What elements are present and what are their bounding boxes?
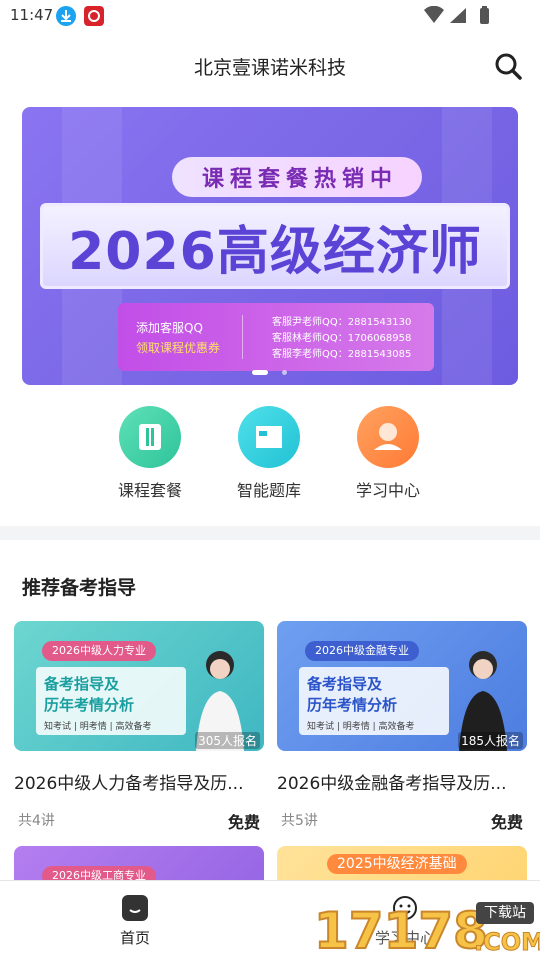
entry-label: 课程套餐 xyxy=(117,481,182,500)
thumb-line3: 知考试 | 明考情 | 高效备考 xyxy=(307,722,415,732)
book-icon xyxy=(119,406,181,468)
carousel-indicator xyxy=(252,370,292,376)
banner-contact-line1: 添加客服QQ xyxy=(136,321,203,335)
banner-pill-char: 程 xyxy=(229,167,252,192)
banner-pill: 课 程 套 餐 热 销 中 xyxy=(172,157,422,197)
thumb-line2: 历年考情分析 xyxy=(44,696,135,714)
course-card[interactable]: 2025中级经济基础 xyxy=(277,846,527,880)
course-thumbnail: 2026中级金融专业 备考指导及 历年考情分析 知考试 | 明考情 | 高效备考… xyxy=(277,621,527,751)
app-notification-icon xyxy=(84,6,104,26)
course-price: 免费 xyxy=(491,813,524,832)
banner-qq-line: 客服尹老师QQ：2881543130 xyxy=(272,317,412,328)
watermark-badge: 下载站 xyxy=(476,902,534,924)
course-thumbnail: 2026中级人力专业 备考指导及 历年考情分析 知考试 | 明考情 | 高效备考… xyxy=(14,621,264,751)
nav-label: 首页 xyxy=(119,929,150,947)
entry-course-package[interactable]: 课程套餐 xyxy=(95,406,205,502)
thumb-line1: 备考指导及 xyxy=(307,675,383,693)
promo-banner[interactable]: 课 程 套 餐 热 销 中 2026高级经济师 添加客服QQ 领取课程优惠券 客… xyxy=(22,107,518,385)
section-divider xyxy=(0,526,540,540)
banner-headline-box: 2026高级经济师 xyxy=(40,203,510,289)
thumb-tag: 2025中级经济基础 xyxy=(327,854,467,874)
thumb-line1: 备考指导及 xyxy=(44,675,120,693)
course-title: 2026中级金融备考指导及历... xyxy=(277,774,507,794)
banner-qq-line: 客服林老师QQ：1706068958 xyxy=(272,333,412,344)
banner-qq-line: 客服李老师QQ：2881543085 xyxy=(272,349,412,360)
lesson-count: 共4讲 xyxy=(18,813,55,829)
learner-icon xyxy=(357,406,419,468)
signup-count: 305人报名 xyxy=(195,732,260,749)
watermark-text: 17178 xyxy=(313,901,489,960)
home-icon xyxy=(122,895,148,921)
page-title: 北京壹课诺米科技 xyxy=(193,57,346,79)
carousel-dot[interactable] xyxy=(282,370,287,375)
entry-question-bank[interactable]: 智能题库 xyxy=(214,406,324,502)
banner-contact-card: 添加客服QQ 领取课程优惠券 客服尹老师QQ：2881543130 客服林老师Q… xyxy=(118,303,434,371)
status-bar: 11:47 xyxy=(0,0,540,32)
nav-home[interactable]: 首页 xyxy=(95,895,175,948)
search-icon[interactable] xyxy=(494,52,522,80)
course-card[interactable]: 2026中级人力专业 备考指导及 历年考情分析 知考试 | 明考情 | 高效备考… xyxy=(14,621,264,836)
entry-label: 学习中心 xyxy=(355,481,420,500)
banner-pill-char: 课 xyxy=(201,167,224,192)
banner-pill-char: 中 xyxy=(370,167,393,192)
banner-pill-char: 套 xyxy=(257,167,280,192)
course-thumbnail: 2025中级经济基础 xyxy=(277,846,527,880)
course-card[interactable]: 2026中级金融专业 备考指导及 历年考情分析 知考试 | 明考情 | 高效备考… xyxy=(277,621,527,836)
course-price: 免费 xyxy=(228,813,261,832)
thumb-panel: 备考指导及 历年考情分析 知考试 | 明考情 | 高效备考 xyxy=(36,667,186,735)
thumb-line2: 历年考情分析 xyxy=(307,696,398,714)
download-notification-icon xyxy=(56,6,76,26)
banner-pill-char: 餐 xyxy=(285,167,308,192)
banner-headline: 2026高级经济师 xyxy=(68,221,482,282)
status-time: 11:47 xyxy=(10,6,54,24)
lesson-count: 共5讲 xyxy=(281,813,318,829)
banner-divider xyxy=(242,315,243,359)
entry-learning-center[interactable]: 学习中心 xyxy=(333,406,443,502)
thumb-tag: 2026中级人力专业 xyxy=(42,641,156,661)
course-title: 2026中级人力备考指导及历... xyxy=(14,774,244,794)
section-title: 推荐备考指导 xyxy=(22,577,137,599)
signup-count: 185人报名 xyxy=(458,732,523,749)
question-bank-icon xyxy=(238,406,300,468)
entry-label: 智能题库 xyxy=(236,481,301,500)
thumb-tag: 2026中级金融专业 xyxy=(305,641,419,661)
thumb-tag: 2026中级工商专业 xyxy=(42,866,156,880)
signal-battery-icon xyxy=(424,6,489,24)
banner-pill-char: 销 xyxy=(342,167,365,192)
course-thumbnail: 2026中级工商专业 xyxy=(14,846,264,880)
carousel-dot-active xyxy=(252,370,268,375)
thumb-line3: 知考试 | 明考情 | 高效备考 xyxy=(44,722,152,732)
course-card[interactable]: 2026中级工商专业 xyxy=(14,846,264,880)
banner-pill-char: 热 xyxy=(314,167,337,192)
banner-contact-line2: 领取课程优惠券 xyxy=(136,341,221,355)
site-watermark: 17178 下载站 .COM xyxy=(313,898,540,960)
thumb-panel: 备考指导及 历年考情分析 知考试 | 明考情 | 高效备考 xyxy=(299,667,449,735)
watermark-suffix: .COM xyxy=(473,928,540,957)
